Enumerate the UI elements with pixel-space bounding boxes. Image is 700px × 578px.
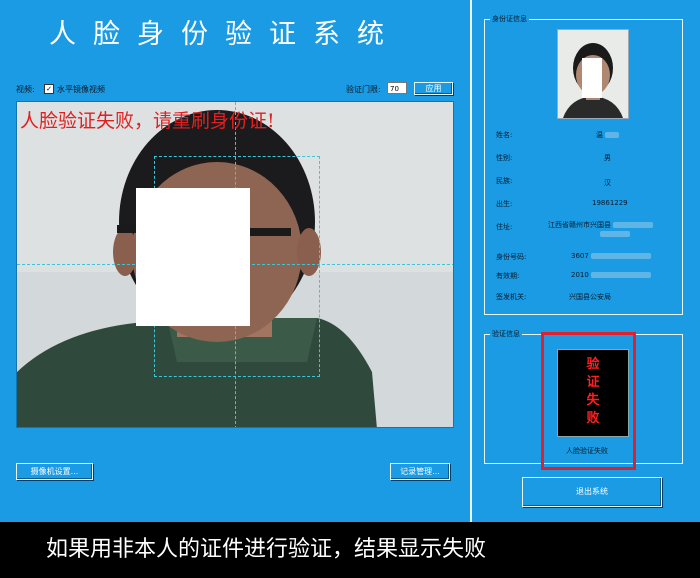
app-window: 人脸身份验证系统 视频: ✓ 水平镜像视频 验证门限: 70 应用 人脸验证失败… [0,0,700,522]
video-preview: 人脸验证失败，请重刷身份证! [16,101,454,428]
address-blur [613,222,653,228]
fail-message: 人脸验证失败，请重刷身份证! [20,110,275,132]
address-label: 住址: [496,223,513,231]
valid-label: 有效期: [496,272,520,280]
name-label: 姓名: [496,131,513,139]
id-number-value: 3607 [571,252,651,260]
gender-label: 性别: [496,154,513,162]
records-button[interactable]: 记录管理... [390,463,450,480]
name-text: 温 [596,131,603,139]
ethnicity-value: 汉 [604,179,611,187]
photo-redaction [582,58,602,98]
exit-button[interactable]: 退出系统 [522,477,662,507]
face-redaction [136,188,250,326]
highlight-box [541,332,636,470]
issuer-label: 签发机关: [496,293,527,301]
valid-blur [590,272,651,278]
birth-label: 出生: [496,200,513,208]
caption: 如果用非本人的证件进行验证，结果显示失败 [0,522,700,578]
gender-value: 男 [604,154,611,162]
threshold-label: 验证门限: [346,85,381,94]
id-number-label: 身份号码: [496,253,527,261]
id-number-text: 3607 [571,252,589,260]
issuer-value: 兴国县公安局 [569,293,611,301]
name-blur [605,132,619,138]
address-text: 江西省赣州市兴国县 [548,221,611,229]
apply-button[interactable]: 应用 [414,82,453,95]
name-value: 温 [596,130,619,140]
app-title: 人脸身份验证系统 [49,19,401,50]
address-value: 江西省赣州市兴国县 [548,220,653,230]
birth-value: 19861229 [592,199,628,207]
valid-value: 2010 [571,271,651,279]
panel-divider [470,0,472,522]
id-info-label: 身份证信息 [490,14,529,24]
address-blur-2 [600,231,630,237]
verify-label: 验证信息 [490,329,522,339]
id-number-blur [590,253,651,259]
video-label: 视频: [16,85,35,94]
valid-text: 2010 [571,271,589,279]
ethnicity-label: 民族: [496,177,513,185]
id-photo [557,29,629,119]
mirror-checkbox[interactable]: ✓ [44,84,54,94]
mirror-label: 水平镜像视频 [57,85,105,94]
camera-settings-button[interactable]: 摄像机设置... [16,463,93,480]
threshold-input[interactable]: 70 [387,82,407,94]
